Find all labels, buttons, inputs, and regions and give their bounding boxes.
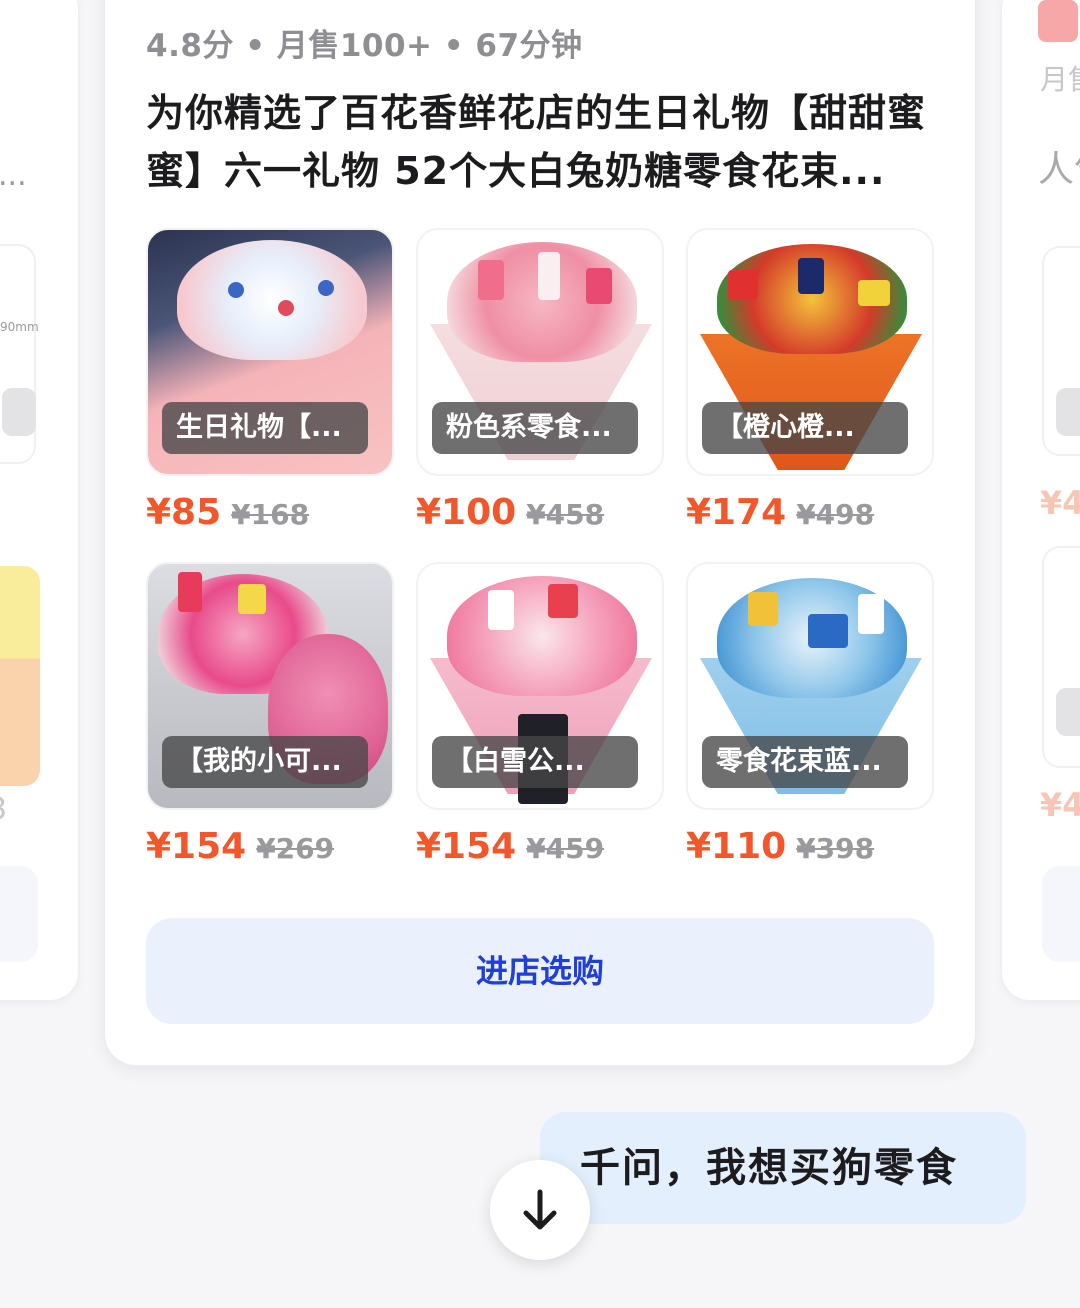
snack: [858, 280, 890, 306]
snack: [728, 270, 758, 300]
side-right-label-pill-2: [1056, 688, 1080, 736]
shop-stats: 4.8分 • 月售100+ • 67分钟: [146, 28, 583, 64]
side-right-product-image[interactable]: [1042, 246, 1080, 456]
snack: [798, 258, 824, 294]
product-tile-4[interactable]: 【我的小可...: [146, 562, 394, 810]
user-message-bubble: 千问，我想买狗零食: [540, 1112, 1026, 1224]
product-image-5: [447, 576, 637, 696]
product-tile-2[interactable]: 粉色系零食...: [416, 228, 664, 476]
product-tile-1[interactable]: 生日礼物【...: [146, 228, 394, 476]
side-right-sales: 月售: [1040, 63, 1080, 96]
product-tile-3[interactable]: 【橙心橙...: [686, 228, 934, 476]
product-price-5: ¥154: [416, 826, 517, 867]
product-label-6: 零食花束蓝...: [702, 736, 908, 788]
product-price-3: ¥174: [686, 492, 787, 533]
side-right-title-fragment: 人气: [1038, 149, 1080, 190]
side-right-price-1: ¥4: [1040, 484, 1080, 522]
side-left-product-image-2[interactable]: [0, 566, 40, 786]
scroll-to-bottom-button[interactable]: [490, 1160, 590, 1260]
product-label-4: 【我的小可...: [162, 736, 368, 788]
side-left-label-pill: [2, 388, 36, 436]
side-right-shop-button[interactable]: [1042, 866, 1080, 962]
side-left-product-image[interactable]: 90mm: [0, 244, 39, 464]
side-right-product-image-2[interactable]: [1042, 546, 1080, 768]
product-label-2: 粉色系零食...: [432, 402, 638, 454]
candy: [228, 282, 244, 298]
product-label-3: 【橙心橙...: [702, 402, 908, 454]
side-right-price-2: ¥4: [1040, 786, 1080, 824]
price-row-5: ¥154 ¥459: [416, 826, 604, 867]
price-row-1: ¥85 ¥168: [146, 492, 309, 533]
side-left-shop-button[interactable]: [0, 866, 38, 962]
candy: [278, 300, 294, 316]
snack: [548, 584, 578, 618]
side-left-dimension: 90mm: [0, 320, 39, 334]
recommendation-title: 为你精选了百花香鲜花店的生日礼物【甜甜蜜蜜】六一礼物 52个大白兔奶糖零食花束.…: [146, 91, 927, 193]
candy: [318, 280, 334, 296]
snack: [488, 590, 514, 630]
product-old-price-4: ¥269: [256, 832, 335, 865]
product-label-5: 【白雪公...: [432, 736, 638, 788]
product-tile-5[interactable]: 【白雪公...: [416, 562, 664, 810]
product-price-2: ¥100: [416, 492, 517, 533]
price-row-2: ¥100 ¥458: [416, 492, 604, 533]
product-old-price-5: ¥459: [526, 832, 605, 865]
price-row-4: ¥154 ¥269: [146, 826, 334, 867]
price-row-6: ¥110 ¥398: [686, 826, 874, 867]
enter-shop-button[interactable]: 进店选购: [146, 918, 934, 1024]
side-right-shop-logo: [1038, 0, 1078, 42]
snack: [538, 252, 560, 300]
snack: [586, 268, 612, 304]
side-card-right[interactable]: 月售 人气 ¥4 ¥4: [1002, 0, 1080, 1000]
product-image-1: [177, 240, 367, 360]
side-card-left[interactable]: ... 90mm 3: [0, 0, 78, 1000]
arrow-down-icon: [523, 1189, 557, 1230]
side-left-ellipsis: ...: [0, 158, 27, 193]
product-price-1: ¥85: [146, 492, 222, 533]
product-tile-6[interactable]: 零食花束蓝...: [686, 562, 934, 810]
product-price-6: ¥110: [686, 826, 787, 867]
side-right-label-pill: [1056, 388, 1080, 436]
snack: [238, 584, 266, 614]
product-old-price-2: ¥458: [526, 498, 605, 531]
snack: [748, 592, 778, 626]
snack: [808, 614, 848, 648]
price-row-3: ¥174 ¥498: [686, 492, 874, 533]
chat-screen: ... 90mm 3 月售 人气 ¥4 ¥4 4.8分 • 月售100+ • 6…: [0, 0, 1080, 1308]
snack: [178, 572, 202, 612]
product-old-price-1: ¥168: [231, 498, 310, 531]
snack: [478, 260, 504, 300]
product-label-1: 生日礼物【...: [162, 402, 368, 454]
product-old-price-6: ¥398: [796, 832, 875, 865]
product-old-price-3: ¥498: [796, 498, 875, 531]
snack: [858, 594, 884, 634]
side-left-price-fragment: 3: [0, 792, 7, 827]
product-price-4: ¥154: [146, 826, 247, 867]
